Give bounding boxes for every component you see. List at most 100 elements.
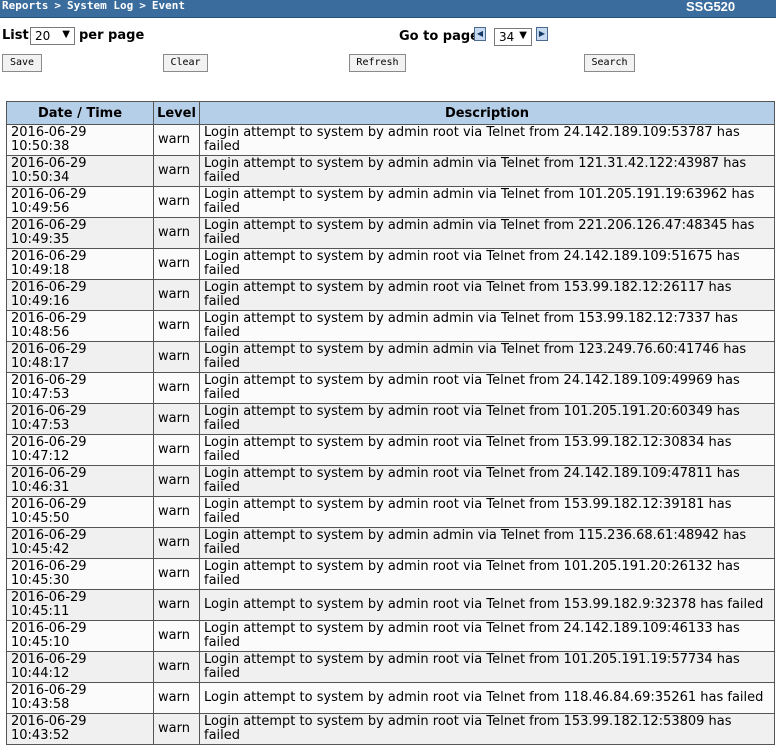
cell-datetime: 2016-06-29 10:49:35 xyxy=(6,217,154,249)
cell-level: warn xyxy=(153,558,200,590)
cell-description: Login attempt to system by admin admin v… xyxy=(199,341,775,373)
cell-level: warn xyxy=(153,372,200,404)
cell-datetime: 2016-06-29 10:45:10 xyxy=(6,620,154,652)
cell-datetime: 2016-06-29 10:45:11 xyxy=(6,589,154,621)
cell-level: warn xyxy=(153,248,200,280)
cell-level: warn xyxy=(153,527,200,559)
cell-datetime: 2016-06-29 10:47:12 xyxy=(6,434,154,466)
device-name: SSG520 xyxy=(686,0,736,14)
table-row: 2016-06-29 10:47:53 warn Login attempt to … xyxy=(6,372,775,404)
cell-datetime: 2016-06-29 10:46:31 xyxy=(6,465,154,497)
cell-description: Login attempt to system by admin root vi… xyxy=(199,496,775,528)
page-select[interactable]: 34 ▼ xyxy=(494,28,532,46)
search-button[interactable]: Search xyxy=(584,54,635,72)
cell-datetime: 2016-06-29 10:47:53 xyxy=(6,372,154,404)
table-row: 2016-06-29 10:45:30 warn Login attempt to … xyxy=(6,558,775,590)
table-row: 2016-06-29 10:47:53 warn Login attempt to … xyxy=(6,403,775,435)
cell-level: warn xyxy=(153,124,200,156)
table-row: 2016-06-29 10:50:38 warn Login attempt to … xyxy=(6,124,775,156)
cell-description: Login attempt to system by admin root vi… xyxy=(199,465,775,497)
cell-datetime: 2016-06-29 10:48:17 xyxy=(6,341,154,373)
cell-datetime: 2016-06-29 10:45:50 xyxy=(6,496,154,528)
cell-level: warn xyxy=(153,496,200,528)
cell-level: warn xyxy=(153,682,200,714)
breadcrumb-item-system-log[interactable]: System Log xyxy=(67,0,133,12)
table-row: 2016-06-29 10:44:12 warn Login attempt to … xyxy=(6,651,775,683)
cell-level: warn xyxy=(153,155,200,187)
cell-description: Login attempt to system by admin root vi… xyxy=(199,682,775,714)
table-header-row: Date / Time Level Description xyxy=(6,101,775,125)
event-log-table: Date / Time Level Description 2016-06-29… xyxy=(6,101,775,745)
column-header-description: Description xyxy=(199,101,775,125)
save-button[interactable]: Save xyxy=(2,54,42,72)
table-row: 2016-06-29 10:43:58 warn Login attempt to … xyxy=(6,682,775,714)
cell-datetime: 2016-06-29 10:49:18 xyxy=(6,248,154,280)
cell-level: warn xyxy=(153,341,200,373)
cell-description: Login attempt to system by admin admin v… xyxy=(199,527,775,559)
cell-datetime: 2016-06-29 10:50:38 xyxy=(6,124,154,156)
per-page-select[interactable]: 20 ▼ xyxy=(30,27,75,45)
per-page-value: 20 xyxy=(35,29,51,43)
cell-description: Login attempt to system by admin admin v… xyxy=(199,217,775,249)
table-row: 2016-06-29 10:45:42 warn Login attempt to … xyxy=(6,527,775,559)
cell-description: Login attempt to system by admin root vi… xyxy=(199,589,775,621)
cell-description: Login attempt to system by admin root vi… xyxy=(199,124,775,156)
cell-level: warn xyxy=(153,465,200,497)
table-row: 2016-06-29 10:48:17 warn Login attempt to … xyxy=(6,341,775,373)
cell-description: Login attempt to system by admin admin v… xyxy=(199,155,775,187)
cell-datetime: 2016-06-29 10:49:16 xyxy=(6,279,154,311)
cell-description: Login attempt to system by admin root vi… xyxy=(199,248,775,280)
cell-level: warn xyxy=(153,589,200,621)
table-row: 2016-06-29 10:45:11 warn Login attempt to … xyxy=(6,589,775,621)
cell-datetime: 2016-06-29 10:45:42 xyxy=(6,527,154,559)
column-header-datetime: Date / Time xyxy=(6,101,154,125)
per-page-label: per page xyxy=(79,28,145,43)
next-page-icon[interactable]: ▶ xyxy=(536,27,548,41)
cell-level: warn xyxy=(153,651,200,683)
table-row: 2016-06-29 10:45:10 warn Login attempt to … xyxy=(6,620,775,652)
breadcrumb-item-reports[interactable]: Reports xyxy=(2,0,48,12)
cell-description: Login attempt to system by admin root vi… xyxy=(199,279,775,311)
cell-level: warn xyxy=(153,279,200,311)
cell-datetime: 2016-06-29 10:45:30 xyxy=(6,558,154,590)
table-row: 2016-06-29 10:46:31 warn Login attempt to … xyxy=(6,465,775,497)
table-row: 2016-06-29 10:43:52 warn Login attempt to … xyxy=(6,713,775,745)
cell-level: warn xyxy=(153,403,200,435)
refresh-button[interactable]: Refresh xyxy=(349,54,406,72)
previous-page-icon[interactable]: ◀ xyxy=(474,27,486,41)
cell-datetime: 2016-06-29 10:47:53 xyxy=(6,403,154,435)
page-value: 34 xyxy=(499,30,515,44)
goto-page-label: Go to page xyxy=(399,29,479,44)
cell-datetime: 2016-06-29 10:50:34 xyxy=(6,155,154,187)
table-row: 2016-06-29 10:49:56 warn Login attempt to … xyxy=(6,186,775,218)
table-row: 2016-06-29 10:48:56 warn Login attempt to … xyxy=(6,310,775,342)
cell-datetime: 2016-06-29 10:44:12 xyxy=(6,651,154,683)
column-header-level: Level xyxy=(153,101,200,125)
cell-datetime: 2016-06-29 10:48:56 xyxy=(6,310,154,342)
table-row: 2016-06-29 10:49:16 warn Login attempt to … xyxy=(6,279,775,311)
cell-level: warn xyxy=(153,310,200,342)
cell-description: Login attempt to system by admin root vi… xyxy=(199,434,775,466)
cell-datetime: 2016-06-29 10:43:58 xyxy=(6,682,154,714)
table-body: 2016-06-29 10:50:38 warn Login attempt to … xyxy=(6,124,775,745)
cell-description: Login attempt to system by admin root vi… xyxy=(199,558,775,590)
cell-description: Login attempt to system by admin root vi… xyxy=(199,651,775,683)
clear-button[interactable]: Clear xyxy=(163,54,208,72)
cell-level: warn xyxy=(153,713,200,745)
cell-description: Login attempt to system by admin root vi… xyxy=(199,713,775,745)
breadcrumb-item-event: Event xyxy=(151,0,185,12)
cell-level: warn xyxy=(153,434,200,466)
cell-level: warn xyxy=(153,217,200,249)
cell-datetime: 2016-06-29 10:49:56 xyxy=(6,186,154,218)
cell-description: Login attempt to system by admin admin v… xyxy=(199,310,775,342)
chevron-down-icon: ▼ xyxy=(62,29,70,40)
table-row: 2016-06-29 10:47:12 warn Login attempt to … xyxy=(6,434,775,466)
breadcrumb: Reports > System Log > Event xyxy=(2,0,185,12)
table-row: 2016-06-29 10:50:34 warn Login attempt to … xyxy=(6,155,775,187)
chevron-down-icon: ▼ xyxy=(519,30,527,41)
top-header-bar: Reports > System Log > Event SSG520 xyxy=(0,0,776,18)
table-row: 2016-06-29 10:45:50 warn Login attempt to … xyxy=(6,496,775,528)
table-row: 2016-06-29 10:49:35 warn Login attempt to … xyxy=(6,217,775,249)
cell-description: Login attempt to system by admin root vi… xyxy=(199,403,775,435)
cell-datetime: 2016-06-29 10:43:52 xyxy=(6,713,154,745)
